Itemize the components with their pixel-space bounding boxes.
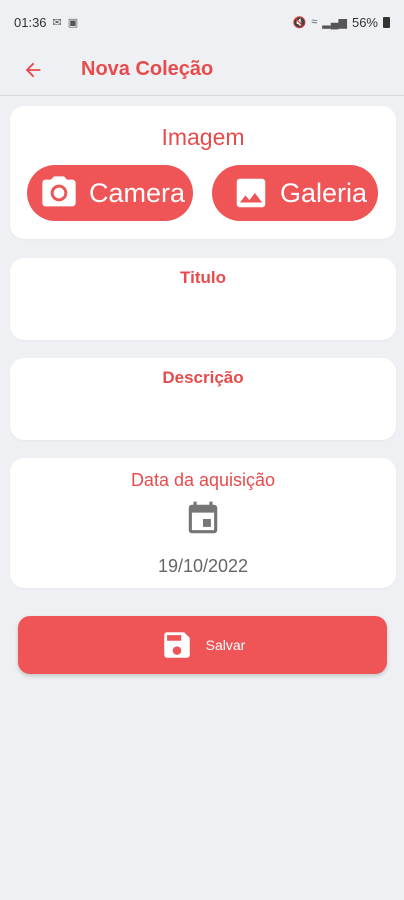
battery-icon: [383, 16, 390, 28]
date-picker-button[interactable]: [184, 498, 222, 540]
calendar-icon: [188, 501, 218, 534]
image-heading: Imagem: [161, 124, 245, 150]
save-button[interactable]: Salvar: [18, 616, 387, 674]
title-input[interactable]: [22, 294, 384, 330]
camera-button[interactable]: Camera: [27, 165, 193, 221]
signal-icon: ▂▄▆: [322, 16, 347, 29]
save-icon: [163, 632, 190, 658]
mail-icon: ✉: [52, 16, 62, 29]
image-card: Imagem Camera Galeria: [10, 106, 396, 239]
status-bar-left: 01:36 ✉ ▣: [14, 15, 78, 30]
arrow-left-icon: [25, 62, 41, 77]
title-card: Titulo: [10, 258, 396, 340]
camera-label: Camera: [89, 177, 186, 208]
gallery-button[interactable]: Galeria: [212, 165, 378, 221]
page-title: Nova Coleção: [81, 58, 214, 80]
status-time: 01:36: [14, 14, 47, 30]
camera-icon: [42, 176, 76, 207]
image-icon: [236, 178, 266, 208]
save-label: Salvar: [205, 637, 246, 653]
description-card: Descrição: [10, 358, 396, 440]
description-input[interactable]: [22, 394, 384, 430]
sim-icon: ▣: [67, 16, 79, 29]
battery-percent: 56%: [351, 14, 378, 30]
acquisition-date-value[interactable]: 19/10/2022: [10, 556, 396, 577]
title-label: Titulo: [180, 268, 226, 287]
mute-icon: 🔇: [292, 16, 307, 29]
status-bar-right: 🔇 ≈ ▂▄▆ 56%: [292, 14, 390, 30]
status-bar: 01:36 ✉ ▣ 🔇 ≈ ▂▄▆ 56%: [0, 0, 404, 44]
gallery-label: Galeria: [280, 177, 368, 208]
acquisition-date-label: Data da aquisição: [130, 470, 276, 490]
wifi-icon: ≈: [311, 16, 318, 28]
description-label: Descrição: [162, 368, 244, 387]
back-button[interactable]: [17, 54, 49, 86]
acquisition-date-card: Data da aquisição 19/10/2022: [10, 458, 396, 588]
app-bar: Nova Coleção: [0, 44, 404, 96]
